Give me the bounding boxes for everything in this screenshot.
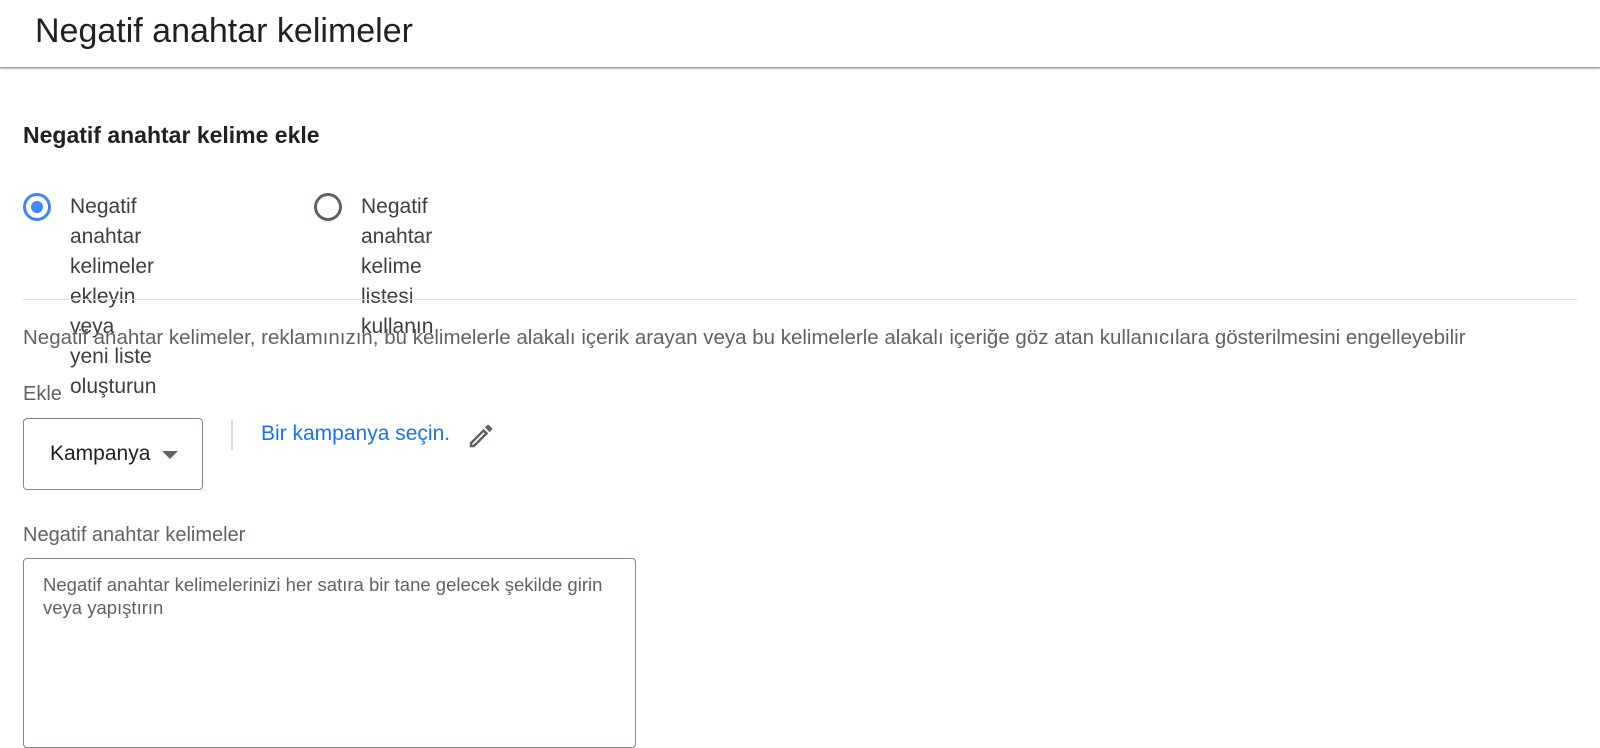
section-divider [23,299,1577,300]
section-title: Negatif anahtar kelime ekle [23,122,320,148]
caret-down-icon [162,451,179,459]
page-header: Negatif anahtar kelimeler [0,0,1600,68]
radio-checked-icon[interactable] [23,193,51,221]
radio-label-add-keywords: Negatif anahtar kelimeler ekleyin veya y… [70,192,156,402]
radio-use-keyword-list[interactable]: Negatif anahtar kelime listesi kullanın [314,192,433,342]
level-dropdown[interactable]: Kampanya [23,418,203,490]
negative-keywords-description: Negatif anahtar kelimeler, reklamınızın,… [23,326,1466,349]
radio-label-use-list: Negatif anahtar kelime listesi kullanın [361,192,433,342]
radio-label-line: Negatif anahtar [70,195,142,248]
level-dropdown-value: Kampanya [50,442,151,465]
negative-keywords-textarea[interactable] [23,558,636,748]
radio-label-line: Negatif anahtar kelime [361,195,433,278]
radio-label-line: yeni liste oluşturun [70,345,157,398]
negative-keywords-label: Negatif anahtar kelimeler [23,524,246,546]
page-title: Negatif anahtar kelimeler [35,12,413,50]
radio-unchecked-icon[interactable] [314,193,342,221]
radio-add-keywords-or-new-list[interactable]: Negatif anahtar kelimeler ekleyin veya y… [23,192,156,402]
vertical-separator [231,420,233,450]
pencil-icon[interactable] [466,421,496,451]
select-campaign-link[interactable]: Bir kampanya seçin. [261,422,450,446]
add-to-label: Ekle [23,383,62,405]
